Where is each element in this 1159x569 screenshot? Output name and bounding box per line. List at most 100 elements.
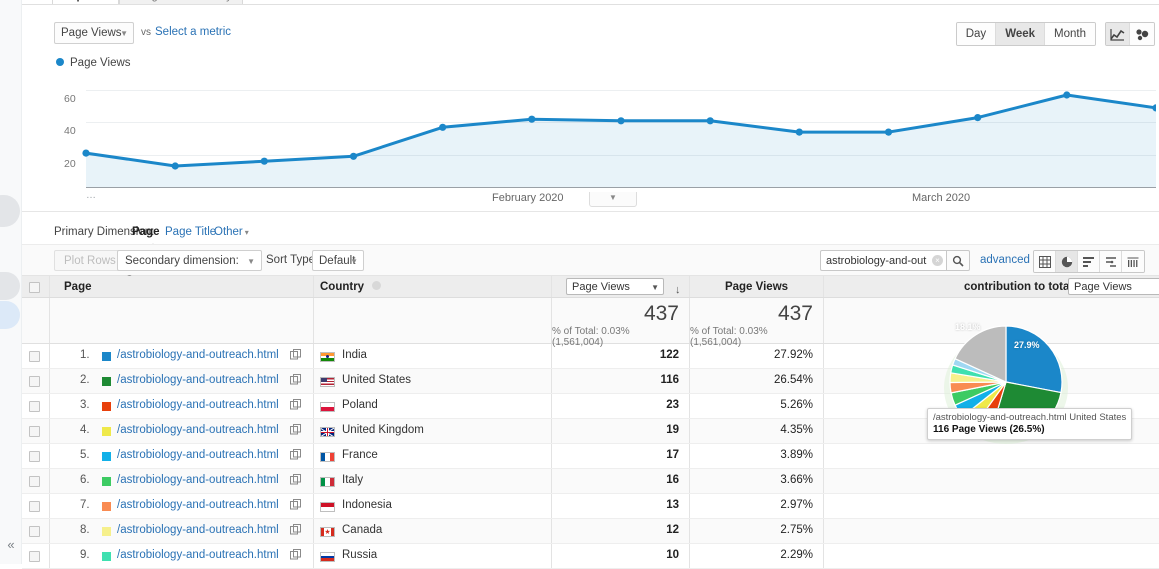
contribution-pie-chart[interactable]: 18.1% 27.9% /astrobiology-and-outreach.h… xyxy=(824,298,1159,444)
chart-point xyxy=(884,128,893,136)
chart-point xyxy=(1063,91,1071,99)
open-in-new-window-icon[interactable] xyxy=(290,549,301,563)
chart-expand-handle[interactable]: ▼ xyxy=(589,192,637,207)
row-page-cell: 8. /astrobiology-and-outreach.html xyxy=(50,519,314,543)
motion-chart-icon[interactable] xyxy=(1130,23,1154,45)
comparison-view-icon[interactable] xyxy=(1100,251,1122,272)
open-in-new-window-icon[interactable] xyxy=(290,474,301,488)
row-page-views-cell: 10 xyxy=(552,544,690,568)
table-row[interactable]: 7. /astrobiology-and-outreach.html Indon… xyxy=(22,494,1159,519)
row-page-link[interactable]: /astrobiology-and-outreach.html xyxy=(117,524,279,536)
table-row[interactable]: 5. /astrobiology-and-outreach.html Franc… xyxy=(22,444,1159,469)
row-page-link[interactable]: /astrobiology-and-outreach.html xyxy=(117,424,279,436)
row-checkbox-cell xyxy=(22,444,50,468)
row-checkbox[interactable] xyxy=(29,451,40,462)
open-in-new-window-icon[interactable] xyxy=(290,349,301,363)
sidebar-nav-blob-2[interactable] xyxy=(0,272,20,300)
row-checkbox[interactable] xyxy=(29,526,40,537)
row-checkbox[interactable] xyxy=(29,401,40,412)
row-checkbox[interactable] xyxy=(29,351,40,362)
row-checkbox[interactable] xyxy=(29,476,40,487)
pie-view-icon[interactable] xyxy=(1056,251,1078,272)
row-page-views-value: 23 xyxy=(666,399,679,411)
table-row[interactable]: 9. /astrobiology-and-outreach.html Russi… xyxy=(22,544,1159,569)
table-row[interactable]: 8. /astrobiology-and-outreach.html ★ Can… xyxy=(22,519,1159,544)
row-page-link[interactable]: /astrobiology-and-outreach.html xyxy=(117,349,279,361)
pivot-view-icon[interactable] xyxy=(1122,251,1144,272)
row-page-link[interactable]: /astrobiology-and-outreach.html xyxy=(117,474,279,486)
primary-dimension-page-title[interactable]: Page Title xyxy=(165,226,216,238)
open-in-new-window-icon[interactable] xyxy=(290,499,301,513)
russia-flag-icon xyxy=(320,552,335,562)
granularity-week[interactable]: Week xyxy=(996,23,1046,45)
column-header-page-views-2[interactable]: Page Views xyxy=(690,276,824,297)
chart-plot-area[interactable]: 60 40 20 … February 2020 March 2020 xyxy=(62,74,1156,204)
tab-explorer[interactable]: Explorer xyxy=(52,0,119,4)
tab-navigation-summary[interactable]: Navigation Summary xyxy=(118,0,243,4)
open-in-new-window-icon[interactable] xyxy=(290,399,301,413)
line-chart-icon[interactable] xyxy=(1106,23,1130,45)
table-row[interactable]: 4. /astrobiology-and-outreach.html Unite… xyxy=(22,419,1159,444)
sidebar-collapse-icon[interactable]: « xyxy=(4,538,18,552)
canada-flag-icon: ★ xyxy=(320,527,335,537)
open-in-new-window-icon[interactable] xyxy=(290,524,301,538)
metric-column-select[interactable]: Page Views ▼ xyxy=(566,278,664,295)
row-rank: 5. xyxy=(80,449,90,461)
row-color-swatch xyxy=(102,477,111,486)
poland-flag-icon xyxy=(320,402,335,412)
row-page-views-cell: 16 xyxy=(552,469,690,493)
clear-search-icon[interactable]: × xyxy=(932,255,943,266)
italy-flag-icon xyxy=(320,477,335,487)
row-page-link[interactable]: /astrobiology-and-outreach.html xyxy=(117,549,279,561)
summary-country-cell xyxy=(314,298,552,343)
chevron-down-icon: ▼ xyxy=(120,29,128,38)
table-row[interactable]: 2. /astrobiology-and-outreach.html Unite… xyxy=(22,369,1159,394)
open-in-new-window-icon[interactable] xyxy=(290,449,301,463)
column-header-country[interactable]: Country xyxy=(314,276,552,297)
table-view-icon[interactable] xyxy=(1034,251,1056,272)
row-page-views-pct-cell: 27.92% xyxy=(690,344,824,368)
row-country-cell: France xyxy=(314,444,552,468)
search-button[interactable] xyxy=(946,250,970,271)
row-page-views-pct-value: 26.54% xyxy=(773,374,813,386)
select-all-checkbox[interactable] xyxy=(29,282,40,293)
row-checkbox[interactable] xyxy=(29,501,40,512)
search-input[interactable] xyxy=(821,251,929,270)
row-country-name: Italy xyxy=(342,474,364,486)
performance-view-icon[interactable] xyxy=(1078,251,1100,272)
row-country-cell: Russia xyxy=(314,544,552,568)
table-row[interactable]: 1. /astrobiology-and-outreach.html India… xyxy=(22,344,1159,369)
primary-dimension-page[interactable]: Page xyxy=(132,226,160,238)
plot-rows-button[interactable]: Plot Rows xyxy=(54,250,126,271)
row-checkbox[interactable] xyxy=(29,551,40,562)
primary-dimension-other[interactable]: Other ▾ xyxy=(214,226,249,238)
row-checkbox[interactable] xyxy=(29,426,40,437)
column-header-page-views-1: Page Views ▼ ↓ xyxy=(552,276,690,297)
select-a-metric-link[interactable]: Select a metric xyxy=(155,26,231,38)
granularity-day[interactable]: Day xyxy=(956,23,997,45)
row-page-views-pct-value: 3.89% xyxy=(780,449,813,461)
row-page-link[interactable]: /astrobiology-and-outreach.html xyxy=(117,499,279,511)
column-header-page[interactable]: Page xyxy=(50,276,314,297)
metric-select[interactable]: Page Views ▼ xyxy=(54,22,134,44)
open-in-new-window-icon[interactable] xyxy=(290,374,301,388)
row-page-link[interactable]: /astrobiology-and-outreach.html xyxy=(117,374,279,386)
chevron-down-icon: ▼ xyxy=(350,257,358,266)
search-box[interactable]: × xyxy=(820,250,946,271)
sidebar-nav-blob-1[interactable] xyxy=(0,195,20,227)
open-in-new-window-icon[interactable] xyxy=(290,424,301,438)
granularity-month[interactable]: Month xyxy=(1045,23,1095,45)
sidebar-nav-blob-3[interactable] xyxy=(0,301,20,329)
remove-secondary-dimension-icon[interactable] xyxy=(372,281,382,290)
advanced-link[interactable]: advanced xyxy=(980,254,1030,266)
contribution-metric-select[interactable]: Page Views ▼ xyxy=(1068,278,1159,295)
united-states-flag-icon xyxy=(320,377,335,387)
sort-type-select[interactable]: Default ▼ xyxy=(312,250,364,271)
secondary-dimension-select[interactable]: Secondary dimension: Country ▼ xyxy=(117,250,262,287)
table-row[interactable]: 6. /astrobiology-and-outreach.html Italy… xyxy=(22,469,1159,494)
row-page-link[interactable]: /astrobiology-and-outreach.html xyxy=(117,399,279,411)
table-row[interactable]: 3. /astrobiology-and-outreach.html Polan… xyxy=(22,394,1159,419)
row-checkbox[interactable] xyxy=(29,376,40,387)
summary-page-views-2: 437 % of Total: 0.03% (1,561,004) xyxy=(690,298,824,348)
row-page-link[interactable]: /astrobiology-and-outreach.html xyxy=(117,449,279,461)
